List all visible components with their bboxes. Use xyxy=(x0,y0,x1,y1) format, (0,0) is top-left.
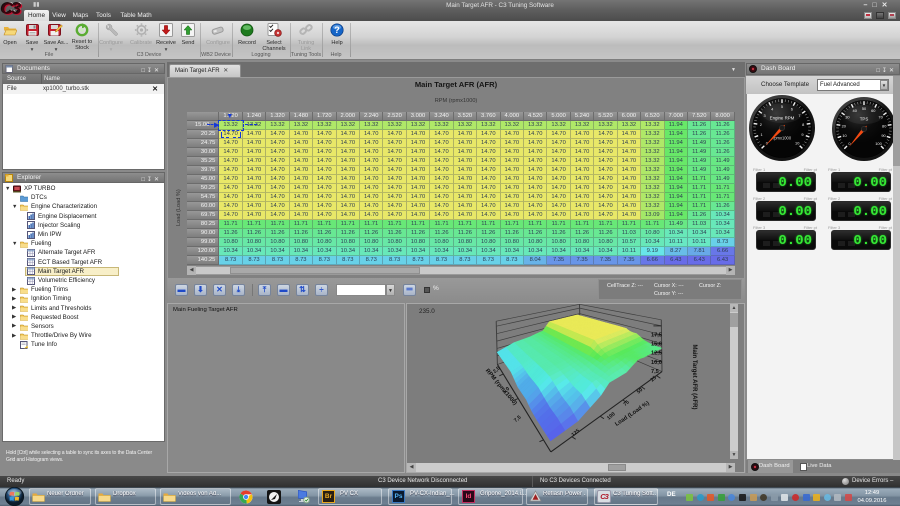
svg-text:100: 100 xyxy=(875,141,882,146)
svg-text:25: 25 xyxy=(650,375,658,383)
svg-text:Load (Load %): Load (Load %) xyxy=(614,400,651,427)
svg-text:7,5: 7,5 xyxy=(651,369,659,375)
svg-text:12,5: 12,5 xyxy=(651,351,662,357)
svg-text:2: 2 xyxy=(760,122,762,127)
svg-text:125: 125 xyxy=(571,428,582,438)
svg-text:10,0: 10,0 xyxy=(651,360,662,366)
svg-text:15,0: 15,0 xyxy=(651,342,662,348)
svg-text:Main Target AFR (AFR): Main Target AFR (AFR) xyxy=(691,345,697,410)
svg-text:17,5: 17,5 xyxy=(651,333,662,339)
svg-text:7,5: 7,5 xyxy=(513,415,522,424)
svg-text:?: ? xyxy=(334,25,340,35)
svg-text:9: 9 xyxy=(801,132,803,137)
svg-text:8: 8 xyxy=(802,122,804,127)
svg-text:1: 1 xyxy=(761,132,763,137)
svg-text:rpmx1000: rpmx1000 xyxy=(773,136,792,141)
svg-text:100: 100 xyxy=(606,411,617,421)
